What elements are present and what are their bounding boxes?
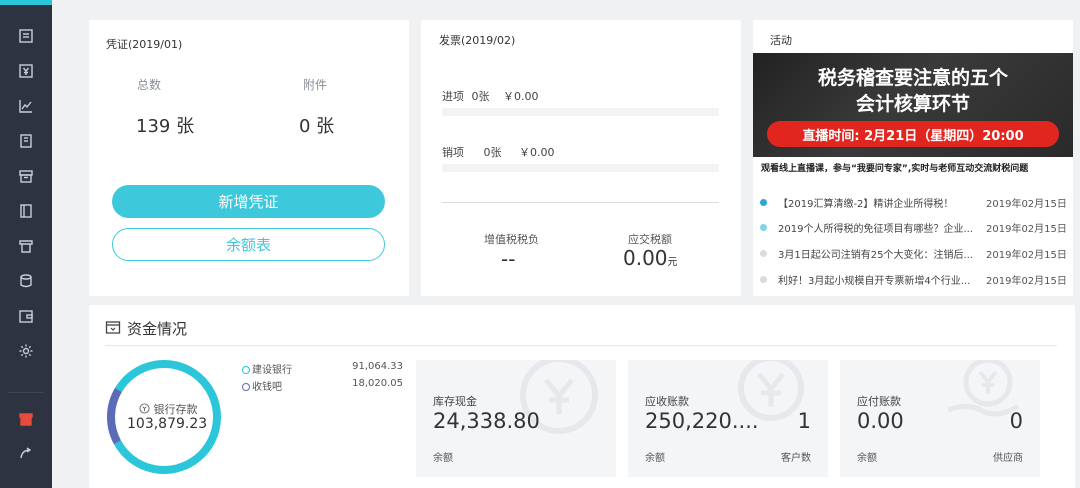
news-dot [760, 276, 767, 283]
payables-title: 应付账款 [857, 395, 901, 408]
banner-subtitle: 观看线上直播课，参与“我要问专家”,实时与老师互动交流财税问题 [761, 164, 1029, 174]
incoming-amount: ￥0.00 [503, 90, 539, 103]
building-icon[interactable] [14, 129, 38, 153]
news-item[interactable]: 利好！3月起小规模自开专票新增4个行业... 2019年02月15日 [760, 271, 1070, 287]
voucher-attach-label: 附件 [303, 78, 328, 92]
voucher-total-value: 139 张 [136, 116, 195, 137]
yen-receipt-icon[interactable] [14, 59, 38, 83]
news-title[interactable]: 3月1日起公司注销有25个大变化：注销后... [778, 246, 976, 261]
receivables-card[interactable]: 应收账款 250,220.... 1 余额 客户数 [628, 360, 828, 477]
outgoing-invoice-row[interactable]: 销项 0张 ￥0.00 [442, 144, 555, 160]
vat-burden-value: -- [501, 247, 516, 271]
receivables-count: 1 [797, 409, 811, 433]
receivables-sub: 余额 [645, 453, 665, 464]
tax-payable-value: 0.00元 [623, 246, 678, 270]
news-date: 2019年02月15日 [986, 250, 1067, 261]
coins-stack-icon[interactable] [14, 269, 38, 293]
funds-divider [105, 345, 1057, 346]
tax-payable-label: 应交税额 [628, 233, 672, 246]
outgoing-progress-bar [442, 164, 719, 172]
news-title[interactable]: 【2019汇算清缴-2】精讲企业所得税！ [778, 195, 976, 210]
document-list-icon[interactable] [14, 24, 38, 48]
archive-box-icon[interactable] [14, 164, 38, 188]
news-title[interactable]: 利好！3月起小规模自开专票新增4个行业... [778, 272, 976, 287]
payables-sub: 余额 [857, 453, 877, 464]
activity-card: 活动 税务稽查要注意的五个 会计核算环节 直播时间: 2月21日（星期四）20:… [753, 20, 1073, 296]
gift-box-icon[interactable] [14, 407, 38, 431]
incoming-count: 0张 [471, 90, 490, 103]
cash-sub: 余额 [433, 453, 453, 464]
logout-icon[interactable] [14, 442, 38, 466]
settings-gear-icon[interactable] [14, 339, 38, 363]
receivables-count-label: 客户数 [781, 453, 811, 464]
outgoing-label: 销项 [442, 146, 464, 159]
outgoing-amount: ￥0.00 [519, 146, 555, 159]
receivables-value: 250,220.... [645, 409, 759, 433]
news-date: 2019年02月15日 [986, 199, 1067, 210]
banner-headline-2: 会计核算环节 [855, 93, 970, 115]
news-date: 2019年02月15日 [986, 224, 1067, 235]
activity-banner[interactable]: 税务稽查要注意的五个 会计核算环节 直播时间: 2月21日（星期四）20:00 [753, 53, 1073, 157]
news-title[interactable]: 2019个人所得税的免征项目有哪些？企业... [778, 220, 976, 235]
banner-live-time: 直播时间: 2月21日（星期四）20:00 [767, 121, 1059, 147]
vat-burden-label: 增值税税负 [484, 233, 539, 246]
payables-value: 0.00 [857, 409, 904, 433]
voucher-total-label: 总数 [137, 78, 162, 92]
incoming-progress-bar [442, 108, 719, 116]
news-date: 2019年02月15日 [986, 276, 1067, 287]
cash-title: 库存现金 [433, 395, 477, 408]
new-voucher-button[interactable]: 新增凭证 [112, 185, 385, 218]
invoice-divider [442, 202, 719, 203]
voucher-attach-value: 0 张 [299, 116, 335, 137]
coin-icon [139, 403, 150, 414]
payables-count-label: 供应商 [993, 453, 1023, 464]
invoice-card: 发票(2019/02) 进项 0张 ￥0.00 销项 0张 ￥0.00 增值税税… [421, 20, 741, 296]
news-dot [760, 199, 767, 206]
news-item[interactable]: 2019个人所得税的免征项目有哪些？企业... 2019年02月15日 [760, 219, 1070, 235]
incoming-label: 进项 [442, 90, 464, 103]
legend-value-shouqianba: 18,020.05 [352, 378, 403, 389]
news-dot [760, 250, 767, 257]
news-item[interactable]: 【2019汇算清缴-2】精讲企业所得税！ 2019年02月15日 [760, 194, 1070, 210]
incoming-invoice-row[interactable]: 进项 0张 ￥0.00 [442, 88, 539, 104]
sidebar-divider [8, 392, 44, 393]
activity-title: 活动 [770, 34, 792, 47]
outgoing-count: 0张 [483, 146, 502, 159]
sidebar [0, 0, 52, 488]
sidebar-active-indicator [0, 0, 52, 5]
bank-deposit-label: 银行存款 [139, 401, 198, 417]
wallet-icon [105, 321, 121, 334]
legend-value-ccb: 91,064.33 [352, 361, 403, 372]
shop-icon[interactable] [14, 234, 38, 258]
ring-segment [107, 387, 122, 445]
book-icon[interactable] [14, 199, 38, 223]
legend-item-shouqianba: 收钱吧 [242, 378, 282, 393]
funds-card: 资金情况 银行存款 103,879.23 建设银行 91,064.33 收钱吧 … [89, 305, 1075, 488]
wallet-icon[interactable] [14, 304, 38, 328]
legend-item-ccb: 建设银行 [242, 361, 292, 376]
cash-on-hand-card[interactable]: 库存现金 24,338.80 余额 [416, 360, 616, 477]
invoice-title: 发票(2019/02) [439, 34, 516, 47]
payables-card[interactable]: 应付账款 0.00 0 余额 供应商 [840, 360, 1040, 477]
payables-count: 0 [1009, 409, 1023, 433]
banner-headline-1: 税务稽查要注意的五个 [817, 67, 1008, 89]
cash-value: 24,338.80 [433, 409, 540, 433]
news-item[interactable]: 3月1日起公司注销有25个大变化：注销后... 2019年02月15日 [760, 245, 1070, 261]
voucher-title: 凭证(2019/01) [106, 38, 183, 51]
bank-deposit-value: 103,879.23 [127, 416, 208, 432]
voucher-card: 凭证(2019/01) 总数 139 张 附件 0 张 新增凭证 余额表 [89, 20, 409, 296]
balance-sheet-button[interactable]: 余额表 [112, 228, 385, 261]
line-chart-icon[interactable] [14, 94, 38, 118]
receivables-title: 应收账款 [645, 395, 689, 408]
news-dot [760, 224, 767, 231]
funds-title: 资金情况 [127, 320, 188, 338]
